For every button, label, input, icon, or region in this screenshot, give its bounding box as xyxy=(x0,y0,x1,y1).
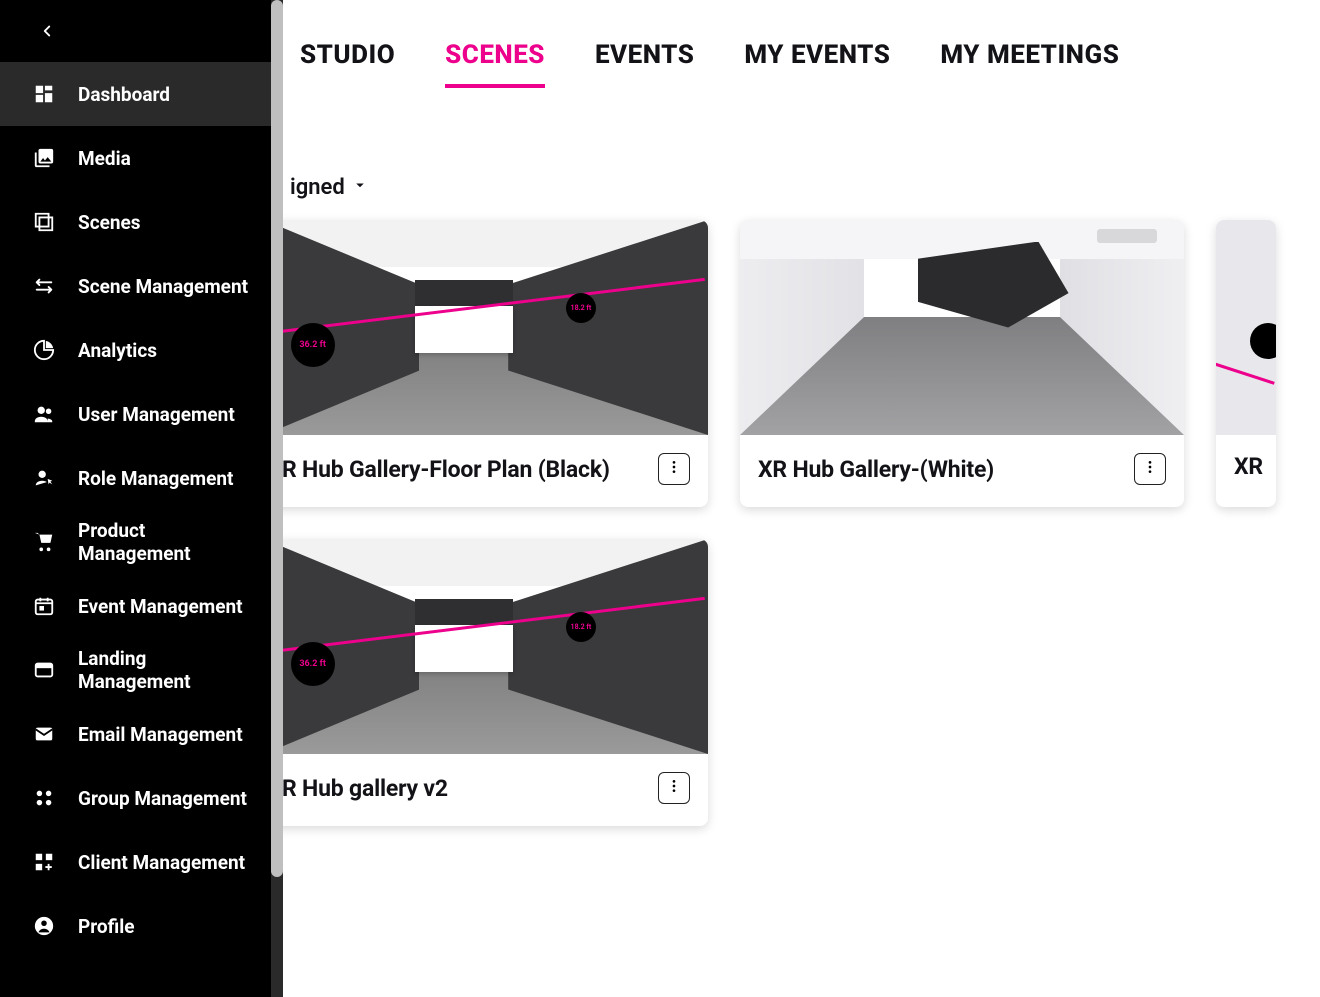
sidebar-back-button[interactable] xyxy=(0,0,283,62)
email-icon xyxy=(32,722,56,746)
sidebar: Dashboard Media Scenes Scene Management … xyxy=(0,0,283,997)
scene-card[interactable]: XR Hub Gallery-(White) xyxy=(740,220,1184,507)
sidebar-item-role-management[interactable]: Role Management xyxy=(0,446,283,510)
scene-card-title: R Hub Gallery-Floor Plan (Black) xyxy=(282,456,610,483)
sidebar-item-label: Scene Management xyxy=(78,275,248,298)
scene-card[interactable]: 36.2 ft 18.2 ft R Hub Gallery-Floor Plan… xyxy=(264,220,708,507)
more-vert-icon xyxy=(1142,459,1158,479)
sidebar-item-profile[interactable]: Profile xyxy=(0,894,283,958)
scene-card[interactable]: XR xyxy=(1216,220,1276,507)
filter-label: igned xyxy=(290,175,345,200)
sidebar-item-label: Group Management xyxy=(78,787,247,810)
chevron-left-icon xyxy=(38,22,56,40)
more-vert-icon xyxy=(666,778,682,798)
scene-thumbnail: 36.2 ft 18.2 ft xyxy=(264,539,708,754)
scene-thumbnail xyxy=(1216,220,1276,435)
sidebar-item-label: Email Management xyxy=(78,723,243,746)
scene-mgmt-icon xyxy=(32,274,56,298)
scene-cards-grid: 36.2 ft 18.2 ft R Hub Gallery-Floor Plan… xyxy=(264,220,1320,826)
filter-dropdown[interactable]: igned xyxy=(290,175,369,200)
sidebar-item-label: User Management xyxy=(78,403,235,426)
sidebar-item-landing-management[interactable]: Landing Management xyxy=(0,638,283,702)
card-menu-button[interactable] xyxy=(658,772,690,804)
sidebar-item-group-management[interactable]: Group Management xyxy=(0,766,283,830)
sidebar-item-email-management[interactable]: Email Management xyxy=(0,702,283,766)
scene-thumbnail: 36.2 ft 18.2 ft xyxy=(264,220,708,435)
scrollbar-thumb[interactable] xyxy=(271,0,283,877)
sidebar-item-label: Media xyxy=(78,147,131,170)
sidebar-scrollbar[interactable] xyxy=(271,0,283,997)
profile-icon xyxy=(32,914,56,938)
sidebar-item-event-management[interactable]: Event Management xyxy=(0,574,283,638)
sidebar-item-product-management[interactable]: Product Management xyxy=(0,510,283,574)
client-icon xyxy=(32,850,56,874)
more-vert-icon xyxy=(666,459,682,479)
tab-my-meetings[interactable]: MY MEETINGS xyxy=(940,40,1119,84)
tab-my-events[interactable]: MY EVENTS xyxy=(744,40,890,84)
sidebar-item-analytics[interactable]: Analytics xyxy=(0,318,283,382)
scene-card-title: R Hub gallery v2 xyxy=(282,775,448,802)
event-icon xyxy=(32,594,56,618)
sidebar-item-scenes[interactable]: Scenes xyxy=(0,190,283,254)
card-menu-button[interactable] xyxy=(1134,453,1166,485)
sidebar-item-media[interactable]: Media xyxy=(0,126,283,190)
roles-icon xyxy=(32,466,56,490)
media-icon xyxy=(32,146,56,170)
sidebar-item-label: Client Management xyxy=(78,851,245,874)
card-menu-button[interactable] xyxy=(658,453,690,485)
tab-events[interactable]: EVENTS xyxy=(595,40,694,84)
dashboard-icon xyxy=(32,82,56,106)
sidebar-item-scene-management[interactable]: Scene Management xyxy=(0,254,283,318)
measurement-badge: 36.2 ft xyxy=(291,323,335,367)
scene-card-title: XR Hub Gallery-(White) xyxy=(758,456,994,483)
sidebar-item-label: Scenes xyxy=(78,211,141,234)
scene-thumbnail xyxy=(740,220,1184,435)
sidebar-item-label: Event Management xyxy=(78,595,243,618)
scene-card-title: XR xyxy=(1234,453,1263,480)
sidebar-item-client-management[interactable]: Client Management xyxy=(0,830,283,894)
users-icon xyxy=(32,402,56,426)
sidebar-item-label: Analytics xyxy=(78,339,157,362)
scene-card[interactable]: 36.2 ft 18.2 ft R Hub gallery v2 xyxy=(264,539,708,826)
group-icon xyxy=(32,786,56,810)
tab-studio[interactable]: STUDIO xyxy=(300,40,395,84)
scenes-icon xyxy=(32,210,56,234)
measurement-badge: 18.2 ft xyxy=(566,612,596,642)
sidebar-item-label: Product Management xyxy=(78,519,253,565)
sidebar-item-label: Role Management xyxy=(78,467,233,490)
landing-icon xyxy=(32,658,56,682)
sidebar-item-user-management[interactable]: User Management xyxy=(0,382,283,446)
tab-scenes[interactable]: SCENES xyxy=(445,40,545,84)
sidebar-item-label: Dashboard xyxy=(78,83,170,106)
analytics-icon xyxy=(32,338,56,362)
measurement-badge: 36.2 ft xyxy=(291,642,335,686)
measurement-badge: 18.2 ft xyxy=(566,293,596,323)
sidebar-item-label: Profile xyxy=(78,915,135,938)
chevron-down-icon xyxy=(351,176,369,199)
sidebar-item-dashboard[interactable]: Dashboard xyxy=(0,62,283,126)
cart-icon xyxy=(32,530,56,554)
sidebar-item-label: Landing Management xyxy=(78,647,253,693)
